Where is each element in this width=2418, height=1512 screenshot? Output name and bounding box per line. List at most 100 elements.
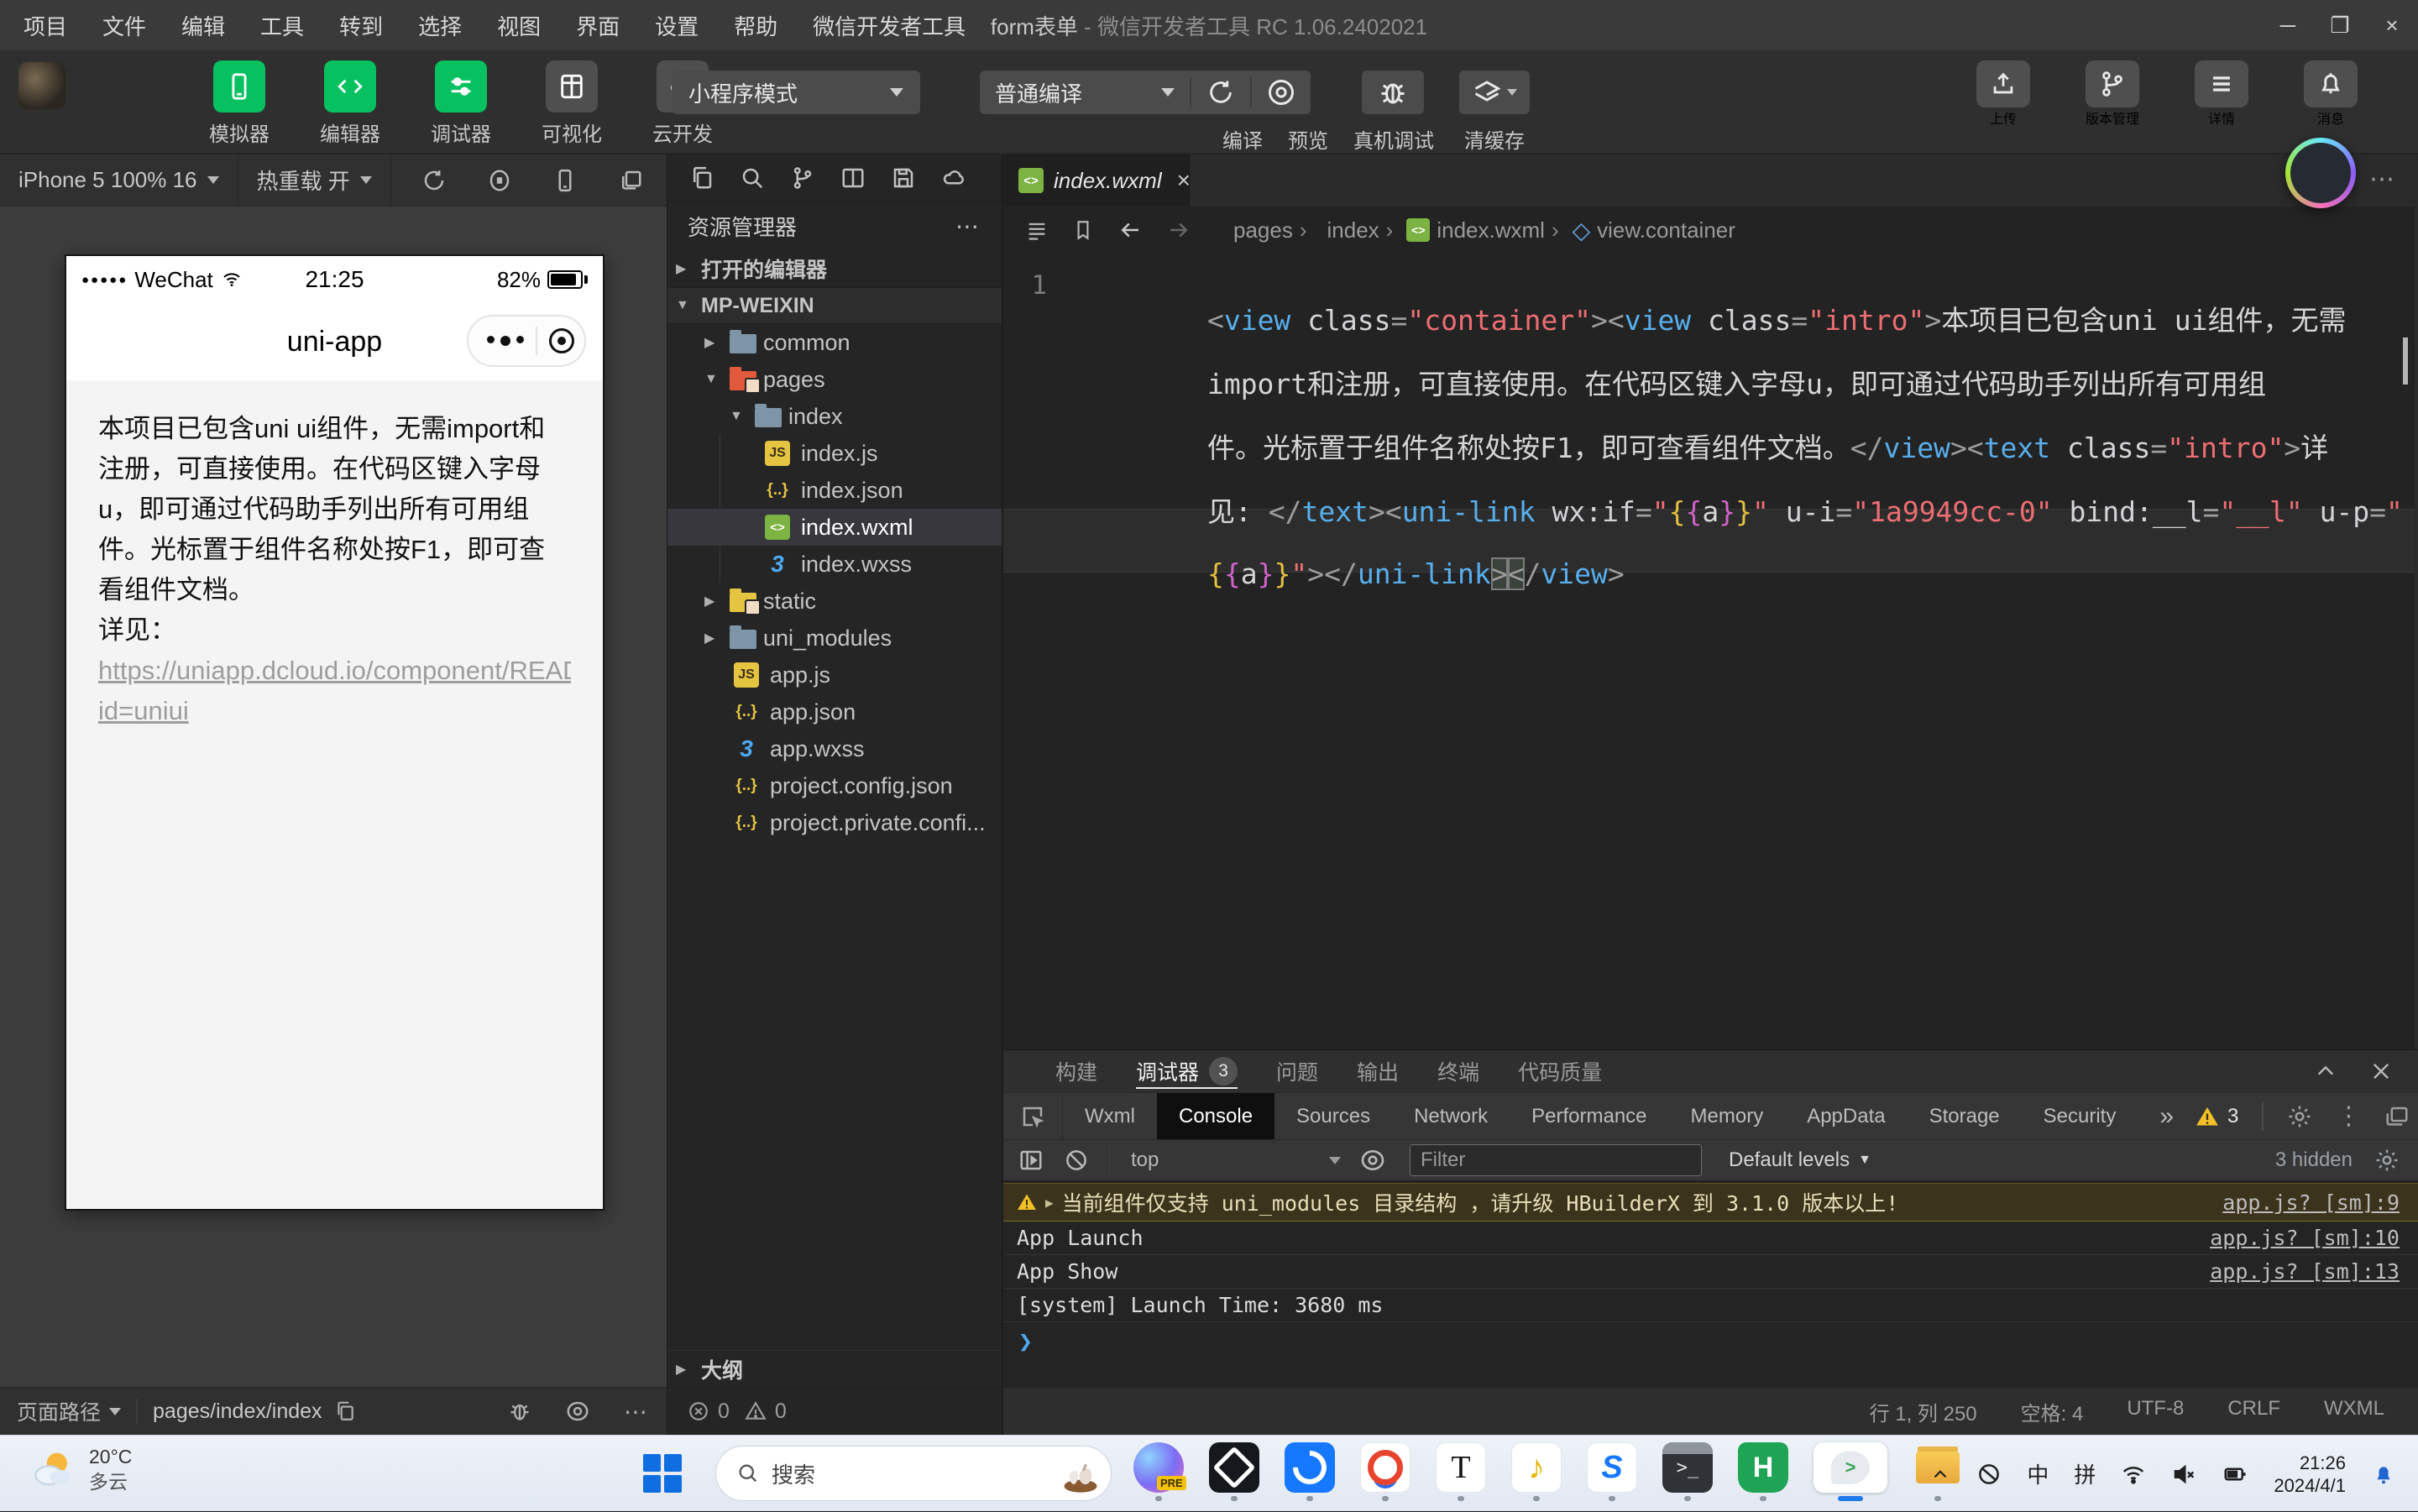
- devtools-settings-icon[interactable]: [2287, 1104, 2312, 1129]
- console-filter-input[interactable]: [1410, 1144, 1702, 1176]
- tree-item[interactable]: {..} app.json: [667, 693, 1002, 730]
- tree-item[interactable]: index.wxml: [667, 509, 1002, 546]
- doc-link-line2[interactable]: id=uniui: [98, 691, 571, 731]
- doc-link-line1[interactable]: https://uniapp.dcloud.io/component/READM: [98, 651, 571, 691]
- message-source-link[interactable]: app.js? [sm]:13: [2185, 1259, 2400, 1284]
- taskbar-app-icon[interactable]: [1207, 1442, 1261, 1506]
- taskbar-app-icon[interactable]: [1283, 1442, 1337, 1506]
- devtools-tab[interactable]: AppData: [1785, 1093, 1907, 1139]
- page-path-label[interactable]: 页面路径: [17, 1396, 101, 1426]
- console-message[interactable]: [system] Launch Time: 3680 ms: [1003, 1289, 2418, 1322]
- console-warning-count[interactable]: 3: [2196, 1105, 2238, 1128]
- phone-frame-icon[interactable]: [552, 168, 578, 193]
- clear-cache-button[interactable]: [1459, 71, 1530, 114]
- menu-item[interactable]: 转到: [339, 10, 383, 41]
- copy-path-icon[interactable]: [334, 1400, 356, 1422]
- multi-window-icon[interactable]: [618, 168, 643, 193]
- console-prompt[interactable]: ❯: [1003, 1322, 2418, 1359]
- open-editors-icon[interactable]: [689, 165, 714, 191]
- more-options-icon[interactable]: ⋯: [624, 1398, 650, 1426]
- minimize-button[interactable]: ─: [2262, 0, 2314, 50]
- menu-item[interactable]: 界面: [576, 10, 620, 41]
- console-message[interactable]: App Show app.js? [sm]:13: [1003, 1255, 2418, 1289]
- devtools-tab[interactable]: Sources: [1274, 1093, 1392, 1139]
- taskbar-app-icon[interactable]: ♪: [1510, 1442, 1563, 1506]
- miniapp-capsule[interactable]: [467, 315, 586, 367]
- notifications-bell-icon[interactable]: [2371, 1462, 2396, 1487]
- debugger-toggle-button[interactable]: 调试器: [421, 60, 501, 147]
- menu-item[interactable]: 项目: [24, 10, 67, 41]
- simulator-toggle-button[interactable]: 模拟器: [199, 60, 280, 147]
- panel-tab[interactable]: 输出: [1357, 1050, 1399, 1092]
- collapse-panel-icon[interactable]: [2314, 1059, 2337, 1083]
- taskbar-app-icon[interactable]: T: [1434, 1442, 1488, 1506]
- menu-item[interactable]: 文件: [102, 10, 146, 41]
- explorer-more-button[interactable]: ⋯: [955, 212, 981, 240]
- save-all-icon[interactable]: [891, 165, 916, 191]
- message-source-link[interactable]: app.js? [sm]:9: [2197, 1190, 2400, 1215]
- devtools-tab[interactable]: Security: [2022, 1093, 2138, 1139]
- panel-tab[interactable]: 代码质量: [1518, 1050, 1602, 1092]
- devtools-tab[interactable]: Wxml: [1063, 1093, 1157, 1139]
- tab-close-icon[interactable]: ×: [1177, 167, 1191, 194]
- tree-item[interactable]: index.js: [667, 435, 1002, 472]
- upload-button[interactable]: 上传: [1963, 60, 2044, 128]
- expand-arrow[interactable]: ▶: [1045, 1195, 1054, 1211]
- tree-item[interactable]: ▶ 打开的编辑器: [667, 250, 1002, 287]
- editor-scrollbar[interactable]: [2415, 154, 2418, 1049]
- devtools-tab[interactable]: Memory: [1669, 1093, 1786, 1139]
- close-button[interactable]: ×: [2366, 0, 2418, 50]
- tree-item[interactable]: 3 index.wxss: [667, 546, 1002, 583]
- taskbar-app-icon[interactable]: S: [1585, 1442, 1639, 1506]
- dock-side-icon[interactable]: [2384, 1104, 2410, 1129]
- clear-console-icon[interactable]: [1064, 1148, 1089, 1173]
- console-message[interactable]: App Launch app.js? [sm]:10: [1003, 1222, 2418, 1255]
- panel-tab[interactable]: 终端: [1437, 1050, 1479, 1092]
- ime-mode-indicator[interactable]: 拼: [2074, 1458, 2096, 1489]
- status-segment[interactable]: 行 1, 列 250: [1870, 1397, 1977, 1426]
- devtools-tab[interactable]: Storage: [1908, 1093, 2022, 1139]
- tree-item[interactable]: app.js: [667, 657, 1002, 693]
- menu-item[interactable]: 帮助: [734, 10, 777, 41]
- editor-toggle-button[interactable]: 编辑器: [310, 60, 390, 147]
- menu-item[interactable]: 编辑: [181, 10, 225, 41]
- volume-muted-icon[interactable]: [2171, 1462, 2196, 1487]
- devtools-tab[interactable]: Console: [1156, 1093, 1275, 1139]
- hot-reload-select[interactable]: 热重载 开: [238, 154, 391, 206]
- code-area[interactable]: 1 <view class="container"><view class="i…: [1003, 254, 2418, 1049]
- tree-item[interactable]: ▼ MP-WEIXIN: [667, 287, 1002, 324]
- tree-item[interactable]: 3 app.wxss: [667, 730, 1002, 767]
- console-sidebar-toggle-icon[interactable]: [1018, 1148, 1044, 1173]
- tree-item[interactable]: {..} project.config.json: [667, 767, 1002, 804]
- preview-button[interactable]: [1252, 71, 1311, 114]
- maximize-button[interactable]: ❐: [2314, 0, 2366, 50]
- panel-tab[interactable]: 问题: [1276, 1050, 1318, 1092]
- status-segment[interactable]: WXML: [2324, 1397, 2384, 1426]
- log-levels-select[interactable]: Default levels ▼: [1729, 1148, 1871, 1172]
- tab-index-wxml[interactable]: <> index.wxml ×: [1003, 154, 1191, 207]
- taskbar-app-icon[interactable]: [1358, 1442, 1412, 1506]
- status-segment[interactable]: CRLF: [2227, 1397, 2280, 1426]
- project-avatar[interactable]: [18, 62, 65, 109]
- wifi-tray-icon[interactable]: [2121, 1462, 2146, 1487]
- devtools-tab[interactable]: Performance: [1510, 1093, 1668, 1139]
- details-button[interactable]: 详情: [2181, 60, 2262, 128]
- record-icon[interactable]: [487, 168, 512, 193]
- tree-item[interactable]: ▼ pages: [667, 361, 1002, 398]
- problems-status[interactable]: 0 0: [667, 1387, 1002, 1435]
- taskbar-app-icon[interactable]: >_: [1661, 1442, 1714, 1506]
- weather-widget[interactable]: 20°C 多云: [29, 1444, 132, 1494]
- status-segment[interactable]: 空格: 4: [2021, 1397, 2084, 1426]
- tray-expand-icon[interactable]: [1929, 1463, 1951, 1485]
- menu-item[interactable]: 微信开发者工具: [813, 10, 966, 41]
- console-settings-icon[interactable]: [2374, 1148, 2400, 1173]
- mode-select[interactable]: 小程序模式: [672, 71, 920, 114]
- tree-item[interactable]: ▶ static: [667, 583, 1002, 620]
- outline-section[interactable]: ▶ 大纲: [667, 1350, 1002, 1387]
- taskbar-app-icon[interactable]: H: [1736, 1442, 1790, 1506]
- tree-item[interactable]: ▶ uni_modules: [667, 620, 1002, 657]
- menu-item[interactable]: 视图: [497, 10, 541, 41]
- touchpad-off-icon[interactable]: [1976, 1462, 2002, 1487]
- tab-overflow-button[interactable]: ⋯: [2369, 165, 2394, 194]
- tree-item[interactable]: ▼ index: [667, 398, 1002, 435]
